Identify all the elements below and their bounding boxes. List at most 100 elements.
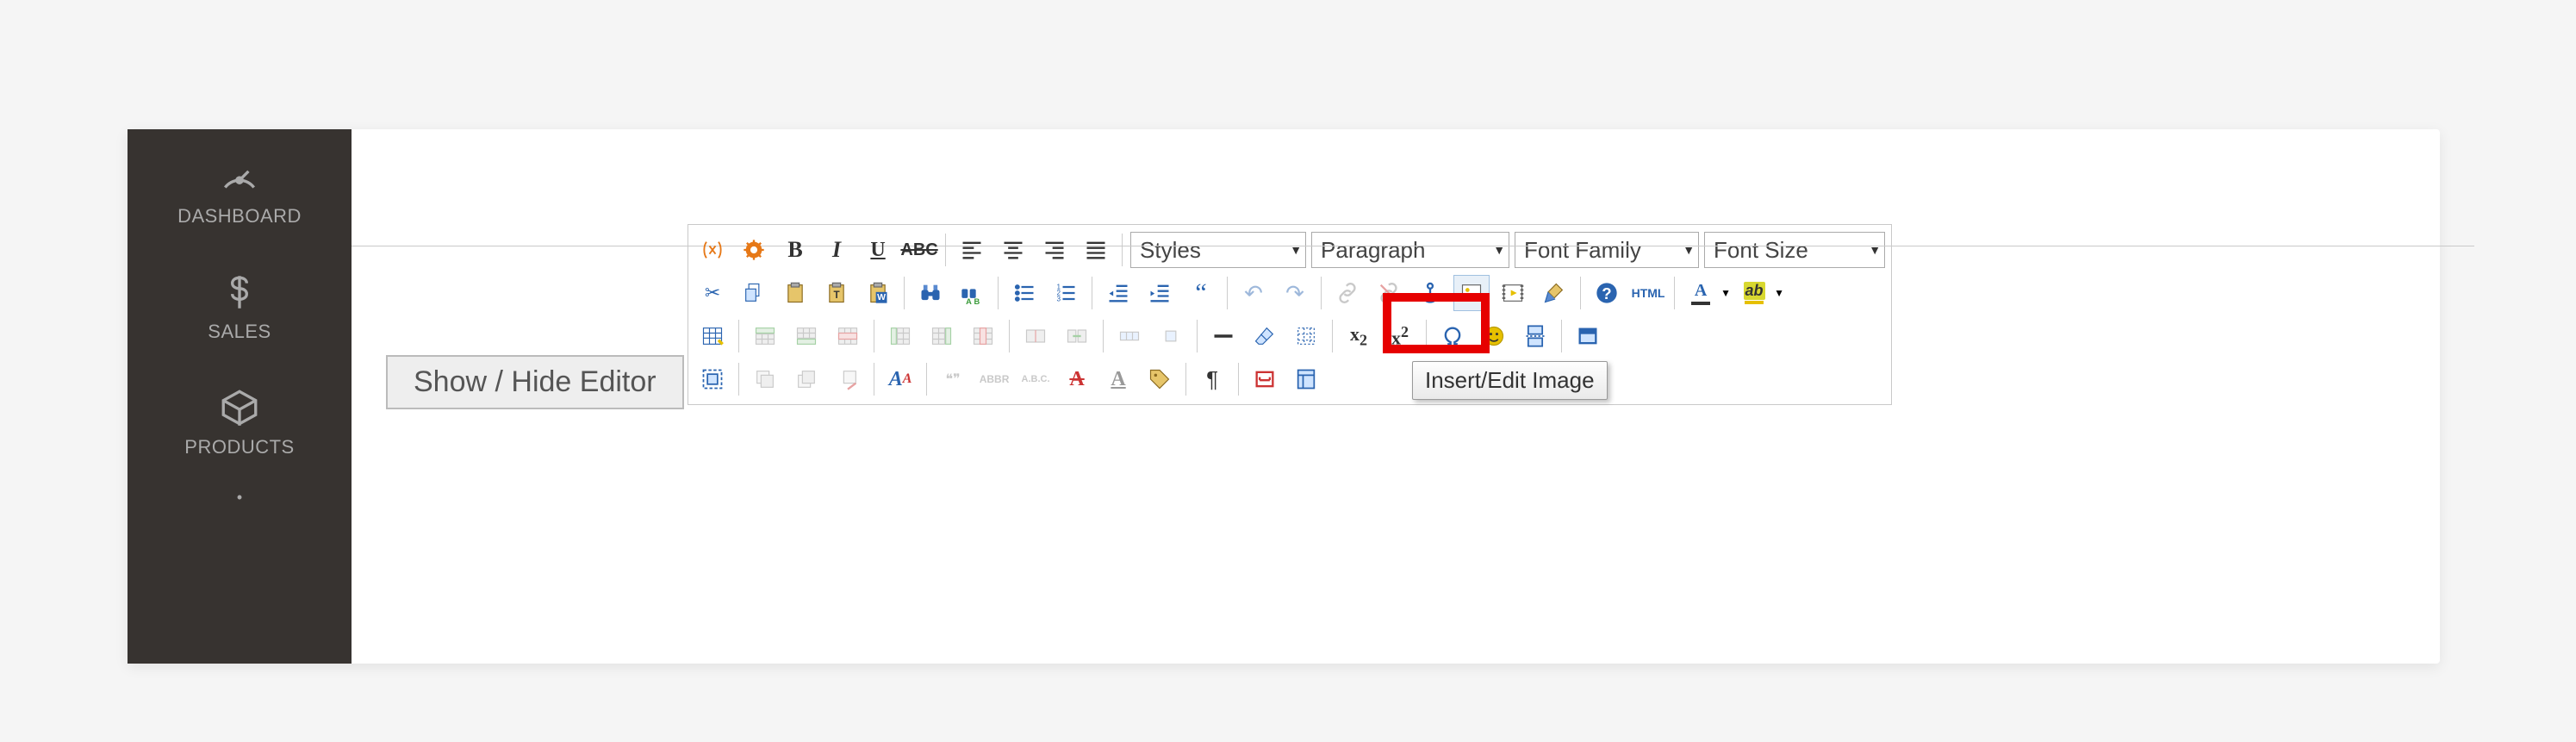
indent-button[interactable] bbox=[1142, 275, 1178, 311]
help-button[interactable]: ? bbox=[1589, 275, 1625, 311]
scissors-icon: ✂ bbox=[705, 282, 720, 304]
svg-text:B: B bbox=[974, 297, 980, 305]
cite-icon: ❝❞ bbox=[945, 371, 960, 388]
sidebar: DASHBOARD SALES PRODUCTS • bbox=[128, 129, 352, 664]
page-break-button[interactable] bbox=[1517, 318, 1553, 354]
link-button[interactable] bbox=[1329, 275, 1366, 311]
fontsize-select[interactable]: Font Size▼ bbox=[1704, 232, 1885, 268]
merge-cells-button[interactable] bbox=[1059, 318, 1095, 354]
col-after-button[interactable] bbox=[924, 318, 960, 354]
variable-button[interactable] bbox=[694, 232, 731, 268]
underline-button[interactable]: U bbox=[860, 232, 896, 268]
tooltip-text: Insert/Edit Image bbox=[1425, 367, 1595, 393]
strikethrough-button[interactable]: ABC bbox=[901, 232, 937, 268]
delete-row-button[interactable] bbox=[830, 318, 866, 354]
cut-button[interactable]: ✂ bbox=[694, 275, 731, 311]
cell-props-button[interactable] bbox=[1153, 318, 1189, 354]
replace-button[interactable]: AB bbox=[954, 275, 990, 311]
bg-color-icon: ab bbox=[1744, 282, 1765, 300]
align-right-button[interactable] bbox=[1036, 232, 1073, 268]
paste-word-button[interactable]: W bbox=[860, 275, 896, 311]
html-icon: HTML bbox=[1632, 286, 1665, 300]
ins-button[interactable]: A bbox=[1100, 361, 1136, 397]
delete-col-button[interactable] bbox=[965, 318, 1001, 354]
unordered-list-button[interactable] bbox=[1006, 275, 1042, 311]
bold-button[interactable]: B bbox=[777, 232, 813, 268]
blockquote-button[interactable]: “ bbox=[1183, 275, 1219, 311]
ltr-button[interactable]: ¶ bbox=[1194, 361, 1230, 397]
split-cells-button[interactable] bbox=[1017, 318, 1054, 354]
select-label: Font Size bbox=[1714, 237, 1808, 264]
unlink-button[interactable] bbox=[1371, 275, 1407, 311]
broom-icon bbox=[1542, 281, 1566, 305]
row-after-button[interactable] bbox=[788, 318, 824, 354]
superscript-button[interactable]: x2 bbox=[1382, 318, 1418, 354]
anchor-icon bbox=[1418, 281, 1442, 305]
anchor-button[interactable] bbox=[1412, 275, 1448, 311]
row-before-button[interactable] bbox=[747, 318, 783, 354]
find-button[interactable] bbox=[912, 275, 949, 311]
row-props-button[interactable] bbox=[1111, 318, 1148, 354]
html-source-button[interactable]: HTML bbox=[1630, 275, 1666, 311]
toolbar-row-1: B I U ABC Styles▼ Paragraph▼ Font Family… bbox=[692, 228, 1888, 271]
omega-icon bbox=[1440, 324, 1465, 348]
copy-button[interactable] bbox=[736, 275, 772, 311]
format-select[interactable]: Paragraph▼ bbox=[1311, 232, 1509, 268]
fullscreen-button[interactable] bbox=[1570, 318, 1606, 354]
widget-button[interactable] bbox=[736, 232, 772, 268]
align-center-button[interactable] bbox=[995, 232, 1031, 268]
nav-products[interactable]: PRODUCTS bbox=[184, 377, 294, 467]
align-justify-button[interactable] bbox=[1078, 232, 1114, 268]
layer-forward-button[interactable] bbox=[788, 361, 824, 397]
dropdown-arrow-icon[interactable]: ▼ bbox=[1771, 275, 1787, 311]
insert-image-button[interactable] bbox=[1453, 275, 1490, 311]
background-color-button[interactable]: ab bbox=[1736, 275, 1772, 311]
fontfamily-select[interactable]: Font Family▼ bbox=[1515, 232, 1699, 268]
subscript-button[interactable]: x2 bbox=[1341, 318, 1377, 354]
media-button[interactable] bbox=[1495, 275, 1531, 311]
char-map-button[interactable] bbox=[1434, 318, 1471, 354]
abs-layer-button[interactable] bbox=[747, 361, 783, 397]
media-icon bbox=[1501, 281, 1525, 305]
styles-select[interactable]: Styles▼ bbox=[1130, 232, 1306, 268]
find-replace-icon: AB bbox=[960, 281, 984, 305]
outdent-button[interactable] bbox=[1100, 275, 1136, 311]
attributes-button[interactable] bbox=[1142, 361, 1178, 397]
del-button[interactable]: A bbox=[1059, 361, 1095, 397]
wysiwyg-toolbar: B I U ABC Styles▼ Paragraph▼ Font Family… bbox=[688, 224, 1892, 405]
undo-button[interactable]: ↶ bbox=[1235, 275, 1272, 311]
style-props-button[interactable]: AA bbox=[882, 361, 918, 397]
select-all-button[interactable] bbox=[694, 361, 731, 397]
remove-format-button[interactable] bbox=[1247, 318, 1283, 354]
cleanup-button[interactable] bbox=[1536, 275, 1572, 311]
hr-button[interactable] bbox=[1205, 318, 1241, 354]
link-icon bbox=[1335, 281, 1360, 305]
layer-backward-button[interactable] bbox=[830, 361, 866, 397]
insert-table-button[interactable] bbox=[694, 318, 731, 354]
ordered-list-button[interactable]: 123 bbox=[1048, 275, 1084, 311]
select-label: Paragraph bbox=[1321, 237, 1425, 264]
nav-dashboard[interactable]: DASHBOARD bbox=[177, 147, 302, 236]
table-icon bbox=[700, 324, 725, 348]
dropdown-arrow-icon[interactable]: ▼ bbox=[1718, 275, 1733, 311]
col-before-button[interactable] bbox=[882, 318, 918, 354]
cite-button[interactable]: ❝❞ bbox=[935, 361, 971, 397]
paste-button[interactable] bbox=[777, 275, 813, 311]
emotions-button[interactable] bbox=[1476, 318, 1512, 354]
toggle-editor-button[interactable]: Show / Hide Editor bbox=[386, 355, 684, 409]
text-color-button[interactable]: A bbox=[1683, 275, 1719, 311]
template-button[interactable] bbox=[1288, 361, 1324, 397]
italic-button[interactable]: I bbox=[818, 232, 855, 268]
gauge-icon bbox=[218, 155, 261, 198]
nav-sales[interactable]: SALES bbox=[208, 262, 271, 352]
non-breaking-space-button[interactable] bbox=[1247, 361, 1283, 397]
separator bbox=[1580, 277, 1581, 309]
align-left-button[interactable] bbox=[954, 232, 990, 268]
select-label: Styles bbox=[1140, 237, 1201, 264]
acronym-button[interactable]: A.B.C. bbox=[1017, 361, 1054, 397]
paste-text-button[interactable]: T bbox=[818, 275, 855, 311]
redo-button[interactable]: ↷ bbox=[1277, 275, 1313, 311]
abbr-button[interactable]: ABBR bbox=[976, 361, 1012, 397]
visual-aid-button[interactable] bbox=[1288, 318, 1324, 354]
binoculars-icon bbox=[918, 281, 943, 305]
